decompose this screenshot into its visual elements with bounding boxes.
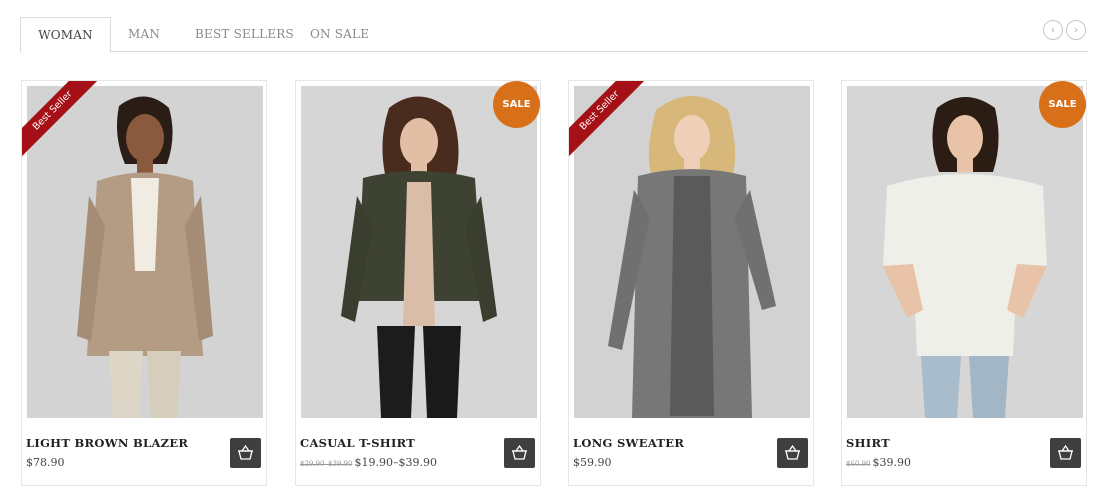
product-card[interactable]: Best Seller LIGHT BROWN BLAZER $78.90 xyxy=(21,80,267,486)
current-price: $59.90 xyxy=(573,456,612,469)
product-image[interactable] xyxy=(847,86,1083,418)
old-price: $29.90–$39.90 xyxy=(300,460,353,468)
add-to-cart-button[interactable] xyxy=(230,438,261,468)
product-price: $78.90 xyxy=(26,456,65,469)
product-image[interactable] xyxy=(301,86,537,418)
product-name[interactable]: CASUAL T-SHIRT xyxy=(300,436,415,450)
category-tabs: WOMAN MAN BEST SELLERS ON SALE xyxy=(20,17,1088,53)
product-name[interactable]: LONG SWEATER xyxy=(573,436,684,450)
product-card[interactable]: Best Seller LONG SWEATER $59.90 xyxy=(568,80,814,486)
tab-on-sale[interactable]: ON SALE xyxy=(310,17,369,52)
best-seller-label: Best Seller xyxy=(569,81,649,160)
tab-best-sellers[interactable]: BEST SELLERS xyxy=(195,17,294,52)
basket-icon xyxy=(512,444,527,460)
product-price: $60.90 $39.90 xyxy=(846,456,911,469)
product-name[interactable]: SHIRT xyxy=(846,436,890,450)
product-price: $59.90 xyxy=(573,456,612,469)
best-seller-label: Best Seller xyxy=(22,81,102,160)
add-to-cart-button[interactable] xyxy=(504,438,535,468)
current-price: $19.90–$39.90 xyxy=(354,456,437,469)
product-card[interactable]: SALE CASUAL T-SHIRT $29.90–$39.90 $19.90–… xyxy=(295,80,541,486)
basket-icon xyxy=(785,444,800,460)
current-price: $39.90 xyxy=(872,456,912,469)
product-name[interactable]: LIGHT BROWN BLAZER xyxy=(26,436,188,450)
add-to-cart-button[interactable] xyxy=(777,438,808,468)
tab-woman[interactable]: WOMAN xyxy=(20,17,111,53)
sale-badge: SALE xyxy=(493,81,540,128)
carousel-nav: ‹ › xyxy=(1043,20,1087,40)
sale-badge: SALE xyxy=(1039,81,1086,128)
basket-icon xyxy=(1058,444,1073,460)
basket-icon xyxy=(238,444,253,460)
product-price: $29.90–$39.90 $19.90–$39.90 xyxy=(300,456,437,469)
current-price: $78.90 xyxy=(26,456,65,469)
model-photo xyxy=(847,86,1083,418)
model-photo xyxy=(301,86,537,418)
add-to-cart-button[interactable] xyxy=(1050,438,1081,468)
old-price: $60.90 xyxy=(846,460,871,468)
product-card[interactable]: SALE SHIRT $60.90 $39.90 xyxy=(841,80,1087,486)
chevron-right-icon[interactable]: › xyxy=(1066,20,1086,40)
best-seller-ribbon: Best Seller xyxy=(22,81,102,161)
chevron-left-icon[interactable]: ‹ xyxy=(1043,20,1063,40)
best-seller-ribbon: Best Seller xyxy=(569,81,649,161)
tab-man[interactable]: MAN xyxy=(128,17,160,52)
